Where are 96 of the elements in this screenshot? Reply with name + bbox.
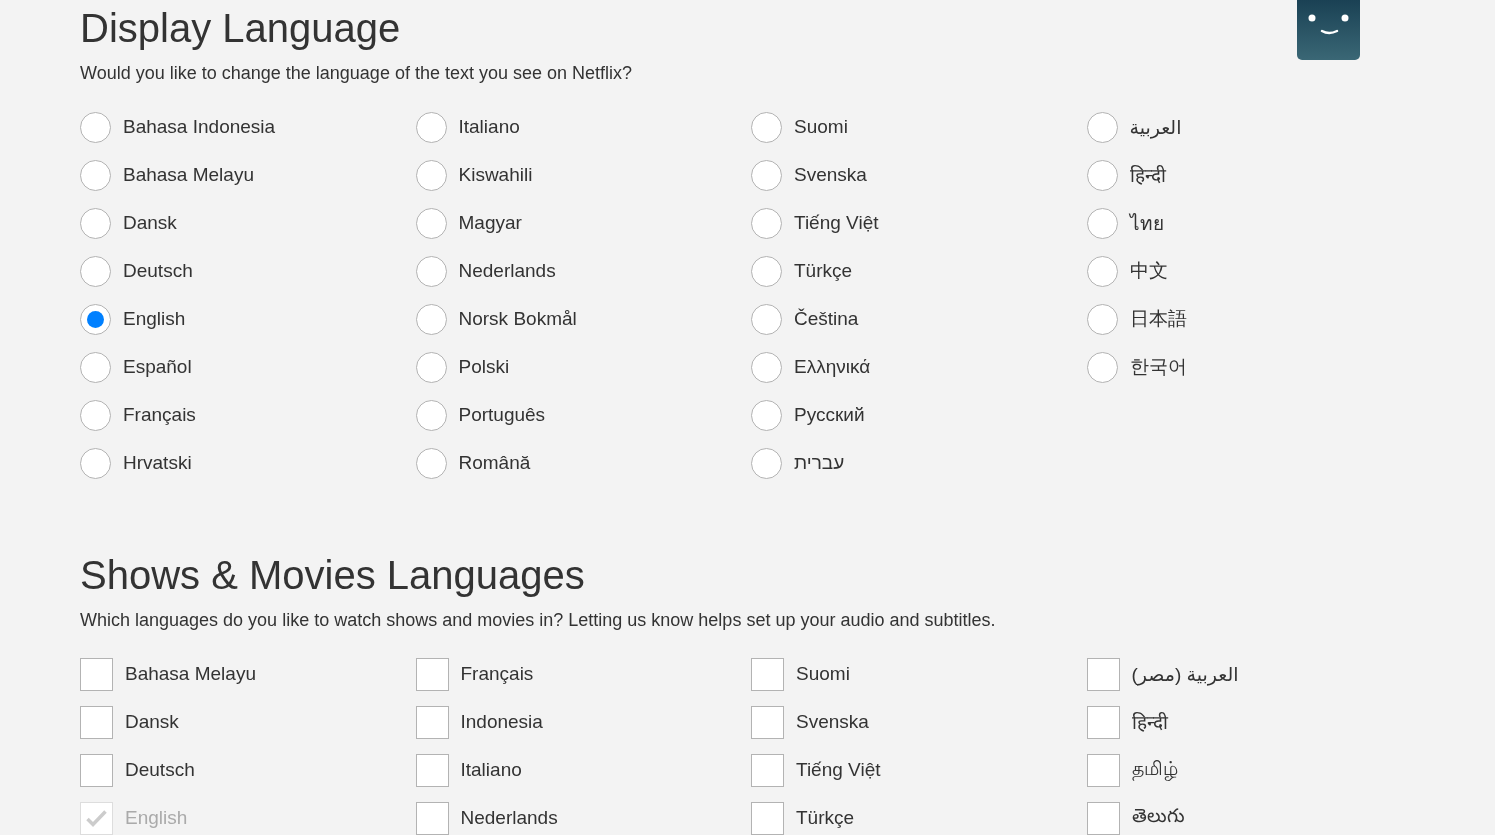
option-label: Dansk	[125, 711, 179, 733]
option-label: Polski	[458, 356, 510, 378]
option-label: Dansk	[123, 212, 177, 234]
profile-avatar-icon[interactable]	[1297, 0, 1360, 60]
checkbox[interactable]	[415, 657, 449, 691]
option-label: Hrvatski	[123, 452, 192, 474]
checkbox[interactable]	[415, 801, 449, 835]
option-label: हिन्दी	[1131, 711, 1168, 735]
option-label: 한국어	[1129, 355, 1187, 379]
radio-button[interactable]	[415, 303, 447, 335]
checkbox[interactable]	[751, 705, 784, 739]
option-label: Italiano	[460, 759, 522, 781]
radio-button[interactable]	[80, 111, 111, 143]
option-label: Indonesia	[460, 711, 543, 733]
radio-button[interactable]	[751, 303, 782, 335]
option-label: Norsk Bokmål	[458, 308, 577, 330]
option-label: Tiếng Việt	[796, 759, 881, 781]
radio-button[interactable]	[80, 207, 111, 239]
radio-button[interactable]	[80, 351, 111, 383]
radio-button[interactable]	[415, 111, 447, 143]
option-label: English	[123, 308, 186, 330]
radio-button[interactable]	[751, 111, 782, 143]
option-label: Čeština	[794, 308, 859, 330]
option-label: Bahasa Indonesia	[123, 116, 276, 138]
radio-button[interactable]	[751, 447, 782, 479]
checkbox[interactable]	[80, 705, 113, 739]
radio-button[interactable]	[415, 255, 447, 287]
option-label: Kiswahili	[458, 164, 533, 186]
option-label: Italiano	[458, 116, 520, 138]
radio-button[interactable]	[1086, 207, 1118, 239]
option-label: தமிழ்	[1131, 758, 1178, 782]
option-label: Bahasa Melayu	[125, 663, 256, 685]
radio-button[interactable]	[415, 447, 447, 479]
radio-button[interactable]	[80, 303, 111, 335]
radio-button[interactable]	[80, 399, 111, 431]
checkbox[interactable]	[751, 753, 784, 787]
option-label: Português	[458, 404, 546, 426]
radio-button[interactable]	[751, 255, 782, 287]
option-label: Türkçe	[796, 807, 855, 829]
radio-button[interactable]	[80, 447, 111, 479]
option-label: Magyar	[458, 212, 522, 234]
option-label: हिन्दी	[1129, 164, 1166, 188]
option-label: Français	[123, 404, 196, 426]
radio-button[interactable]	[80, 159, 111, 191]
option-label: Türkçe	[794, 260, 853, 282]
checkbox[interactable]	[1086, 801, 1120, 835]
option-label: العربية	[1129, 115, 1182, 139]
checkbox[interactable]	[415, 705, 449, 739]
option-label: Deutsch	[125, 759, 195, 781]
option-label: Svenska	[794, 164, 867, 186]
option-label: Svenska	[796, 711, 869, 733]
option-label: Español	[123, 356, 192, 378]
radio-button[interactable]	[751, 159, 782, 191]
radio-button[interactable]	[415, 351, 447, 383]
option-label: Ελληνικά	[794, 356, 871, 378]
section-description: Which languages do you like to watch shows and movies in? Letting us know helps set up your audio and subtitles.	[80, 609, 997, 632]
radio-button[interactable]	[1086, 111, 1118, 143]
option-label: Русский	[794, 404, 865, 426]
option-label: English	[125, 807, 188, 829]
option-label: Tiếng Việt	[794, 212, 879, 234]
option-label: 中文	[1129, 259, 1168, 283]
option-label: Română	[458, 452, 531, 474]
section-title: Display Language	[80, 5, 401, 52]
option-label: Nederlands	[460, 807, 558, 829]
option-label: Français	[460, 663, 534, 685]
radio-button[interactable]	[1086, 351, 1118, 383]
radio-button[interactable]	[415, 159, 447, 191]
checkbox[interactable]	[1086, 705, 1120, 739]
checkbox[interactable]	[1086, 753, 1120, 787]
radio-button[interactable]	[80, 255, 111, 287]
checkbox[interactable]	[751, 801, 784, 835]
option-label: Nederlands	[458, 260, 556, 282]
section-description: Would you like to change the language of the text you see on Netflix?	[80, 62, 634, 85]
option-label: Suomi	[794, 116, 848, 138]
radio-button[interactable]	[751, 351, 782, 383]
option-label: తెలుగు	[1131, 805, 1185, 828]
checkbox[interactable]	[80, 657, 113, 691]
radio-button[interactable]	[751, 207, 782, 239]
checkbox[interactable]	[415, 753, 449, 787]
option-label: ไทย	[1129, 212, 1164, 236]
checkbox[interactable]	[80, 753, 113, 787]
radio-button[interactable]	[751, 399, 782, 431]
radio-button[interactable]	[1086, 303, 1118, 335]
option-label: Bahasa Melayu	[123, 164, 254, 186]
option-label: Suomi	[796, 663, 850, 685]
option-label: Deutsch	[123, 260, 193, 282]
section-title: Shows & Movies Languages	[80, 552, 585, 599]
radio-button[interactable]	[415, 207, 447, 239]
checkbox[interactable]	[1086, 657, 1120, 691]
checkbox[interactable]	[751, 657, 784, 691]
radio-button[interactable]	[1086, 255, 1118, 287]
radio-button[interactable]	[1086, 159, 1118, 191]
radio-button[interactable]	[415, 399, 447, 431]
option-label: עברית	[794, 452, 845, 474]
option-label: العربية (مصر)	[1131, 662, 1239, 686]
option-label: 日本語	[1129, 307, 1187, 331]
